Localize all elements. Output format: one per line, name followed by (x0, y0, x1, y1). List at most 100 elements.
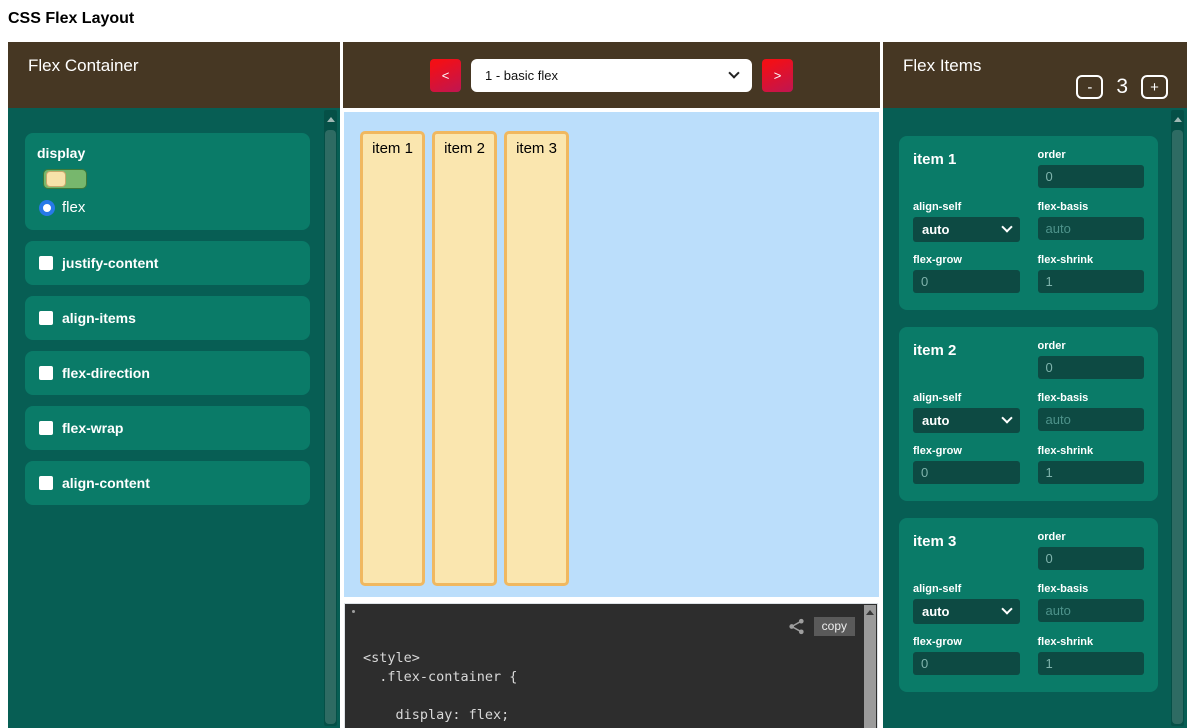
toggle-knob (46, 171, 66, 187)
add-item-button[interactable]: + (1141, 75, 1168, 99)
order-label: order (1038, 149, 1145, 161)
copy-button[interactable]: copy (814, 617, 855, 636)
chevron-down-icon (1001, 603, 1012, 614)
display-label: display (37, 145, 298, 161)
flex-grow-field: flex-grow 0 (913, 445, 1020, 486)
flex-shrink-label: flex-shrink (1038, 254, 1145, 266)
flex-container-header: Flex Container (8, 42, 340, 108)
code-content: <style> .flex-container { display: flex; (363, 649, 857, 725)
next-exercise-button[interactable]: > (762, 59, 793, 92)
flex-basis-label: flex-basis (1038, 201, 1145, 213)
option-justify-content[interactable]: justify-content (25, 241, 310, 285)
order-input[interactable]: 0 (1038, 547, 1145, 570)
order-field: order 0 (1038, 340, 1145, 381)
checkbox-icon[interactable] (39, 476, 53, 490)
scroll-up-icon[interactable] (864, 605, 876, 619)
scrollbar-thumb[interactable] (864, 619, 876, 728)
order-input[interactable]: 0 (1038, 356, 1145, 379)
align-self-field: align-self auto (913, 583, 1020, 626)
scroll-up-icon[interactable] (324, 113, 337, 125)
checkbox-icon[interactable] (39, 421, 53, 435)
option-label: flex-direction (62, 365, 150, 381)
flex-shrink-input[interactable]: 1 (1038, 461, 1145, 484)
flex-grow-label: flex-grow (913, 636, 1020, 648)
checkbox-icon[interactable] (39, 366, 53, 380)
checkbox-icon[interactable] (39, 311, 53, 325)
option-flex-wrap[interactable]: flex-wrap (25, 406, 310, 450)
flex-basis-input[interactable]: auto (1038, 408, 1145, 431)
preview-item-2: item 2 (432, 131, 497, 586)
align-self-value: auto (922, 413, 949, 428)
checkbox-icon[interactable] (39, 256, 53, 270)
display-card: display flex (25, 133, 310, 230)
preview-item-3: item 3 (504, 131, 569, 586)
flex-basis-label: flex-basis (1038, 392, 1145, 404)
flex-shrink-input[interactable]: 1 (1038, 652, 1145, 675)
flex-grow-label: flex-grow (913, 254, 1020, 266)
scroll-up-icon[interactable] (1171, 113, 1184, 125)
item-count: 3 (1116, 75, 1128, 99)
flex-basis-input[interactable]: auto (1038, 599, 1145, 622)
page-title: CSS Flex Layout (8, 10, 134, 28)
code-dot (352, 610, 355, 613)
align-self-select[interactable]: auto (913, 599, 1020, 624)
option-label: flex-wrap (62, 420, 123, 436)
preview-item-1: item 1 (360, 131, 425, 586)
flex-grow-label: flex-grow (913, 445, 1020, 457)
option-flex-direction[interactable]: flex-direction (25, 351, 310, 395)
flex-shrink-input[interactable]: 1 (1038, 270, 1145, 293)
code-line: <style> (363, 649, 857, 668)
exercise-select-value: 1 - basic flex (485, 68, 558, 83)
order-label: order (1038, 340, 1145, 352)
item-card-title: item 1 (913, 149, 1020, 190)
order-field: order 0 (1038, 531, 1145, 572)
scrollbar-thumb[interactable] (325, 130, 336, 724)
right-panel-scrollbar[interactable] (1171, 110, 1184, 726)
flex-grow-field: flex-grow 0 (913, 254, 1020, 295)
remove-item-button[interactable]: - (1076, 75, 1103, 99)
order-input[interactable]: 0 (1038, 165, 1145, 188)
scrollbar-thumb[interactable] (1172, 130, 1183, 724)
item-card-title: item 2 (913, 340, 1020, 381)
align-self-label: align-self (913, 392, 1020, 404)
flex-grow-input[interactable]: 0 (913, 652, 1020, 675)
align-self-select[interactable]: auto (913, 408, 1020, 433)
order-field: order 0 (1038, 149, 1145, 190)
prev-exercise-button[interactable]: < (430, 59, 461, 92)
flex-basis-label: flex-basis (1038, 583, 1145, 595)
align-self-label: align-self (913, 201, 1020, 213)
exercise-nav: < 1 - basic flex > (343, 42, 880, 108)
align-self-field: align-self auto (913, 201, 1020, 244)
display-flex-option[interactable]: flex (39, 199, 298, 216)
item-2-card: item 2 order 0 align-self auto flex-basi… (899, 327, 1158, 501)
item-1-card: item 1 order 0 align-self auto flex-basi… (899, 136, 1158, 310)
flex-container-panel: Flex Container display flex justify-cont… (8, 42, 340, 728)
flex-grow-input[interactable]: 0 (913, 270, 1020, 293)
flex-shrink-field: flex-shrink 1 (1038, 445, 1145, 486)
flex-basis-input[interactable]: auto (1038, 217, 1145, 240)
display-toggle[interactable] (43, 169, 87, 189)
share-icon[interactable] (788, 618, 805, 635)
flex-grow-field: flex-grow 0 (913, 636, 1020, 677)
option-label: justify-content (62, 255, 158, 271)
flex-shrink-label: flex-shrink (1038, 445, 1145, 457)
flex-container-title: Flex Container (28, 56, 139, 76)
code-scrollbar[interactable] (864, 605, 876, 728)
align-self-select[interactable]: auto (913, 217, 1020, 242)
item-counter: - 3 + (1076, 75, 1168, 99)
align-self-label: align-self (913, 583, 1020, 595)
option-align-content[interactable]: align-content (25, 461, 310, 505)
exercise-select[interactable]: 1 - basic flex (471, 59, 752, 92)
option-align-items[interactable]: align-items (25, 296, 310, 340)
item-3-card: item 3 order 0 align-self auto flex-basi… (899, 518, 1158, 692)
left-panel-scrollbar[interactable] (324, 110, 337, 726)
flex-basis-field: flex-basis auto (1038, 201, 1145, 244)
radio-checked-icon[interactable] (39, 200, 55, 216)
flex-items-header: Flex Items - 3 + (883, 42, 1187, 108)
code-line: display: flex; (363, 706, 857, 725)
flex-preview-container: item 1 item 2 item 3 (344, 112, 879, 597)
flex-grow-input[interactable]: 0 (913, 461, 1020, 484)
code-block: copy <style> .flex-container { display: … (344, 603, 878, 728)
code-line: .flex-container { (363, 668, 857, 687)
preview-panel: < 1 - basic flex > item 1 item 2 item 3 … (343, 42, 880, 728)
